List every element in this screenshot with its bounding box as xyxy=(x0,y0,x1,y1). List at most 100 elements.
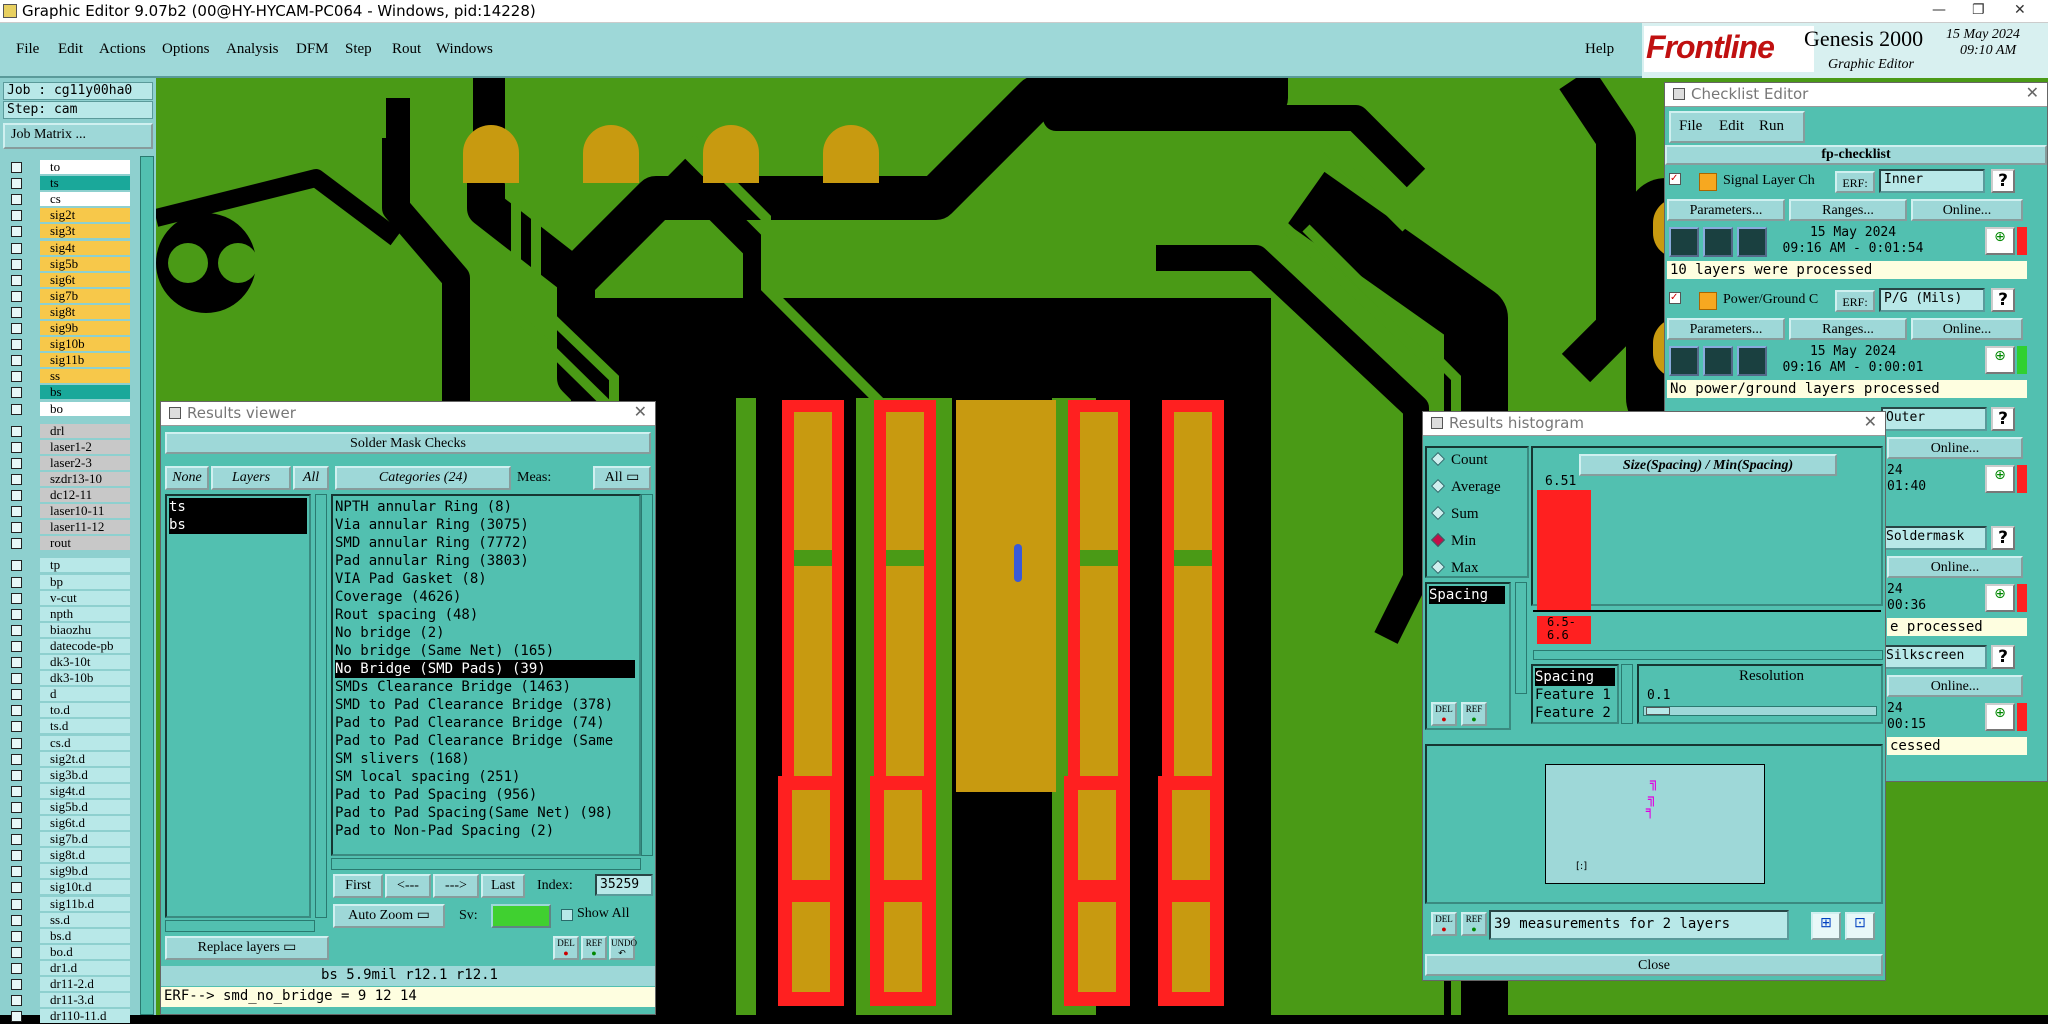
layer-checkbox[interactable] xyxy=(11,339,22,351)
run-tool-icon[interactable] xyxy=(1703,346,1733,376)
online-button[interactable]: Online... xyxy=(1887,437,2023,459)
layer-name[interactable]: sig9b xyxy=(40,321,130,335)
layer-row[interactable]: drl xyxy=(8,423,130,439)
layer-row[interactable]: sig5b xyxy=(8,256,130,272)
erf-field[interactable]: Outer xyxy=(1881,407,1987,431)
layer-checkbox[interactable] xyxy=(11,371,22,383)
layer-checkbox[interactable] xyxy=(11,441,22,453)
layer-name[interactable]: d xyxy=(40,687,130,702)
layer-name[interactable]: sig7b xyxy=(40,288,130,303)
close-button[interactable]: Close xyxy=(1425,954,1883,976)
layer-checkbox[interactable] xyxy=(11,930,22,942)
layer-name[interactable]: sig2t xyxy=(40,208,130,223)
categories-button[interactable]: Categories (24) xyxy=(335,466,511,490)
layer-checkbox[interactable] xyxy=(11,226,22,238)
layer-name[interactable]: datecode-pb xyxy=(40,638,130,653)
layer-row[interactable]: bo xyxy=(8,401,130,417)
layer-row[interactable]: sig11b xyxy=(8,353,130,368)
close-icon[interactable]: ✕ xyxy=(2026,83,2039,102)
menu-step[interactable]: Step xyxy=(345,41,372,58)
category-item[interactable]: Via annular Ring (3075) xyxy=(335,516,529,534)
layer-checkbox[interactable] xyxy=(11,274,22,286)
layer-row[interactable]: dr11-3.d xyxy=(8,993,130,1008)
category-item[interactable]: SMDs Clearance Bridge (1463) xyxy=(335,678,571,696)
layer-name[interactable]: bs.d xyxy=(40,928,130,943)
layer-checkbox[interactable] xyxy=(11,705,22,717)
layer-row[interactable]: szdr13-10 xyxy=(8,471,130,487)
category-item[interactable]: No Bridge (SMD Pads) (39) xyxy=(335,660,635,678)
hist-ref2-icon[interactable]: REF ● xyxy=(1461,912,1487,936)
layer-row[interactable]: ss.d xyxy=(8,912,130,928)
checklist-menu-edit[interactable]: Edit xyxy=(1719,118,1744,135)
checklist-titlebar[interactable]: Checklist Editor ✕ xyxy=(1665,83,2047,107)
layer-name[interactable]: sig7b.d xyxy=(40,832,130,847)
layer-row[interactable]: sig9b xyxy=(8,321,130,336)
layer-checkbox[interactable] xyxy=(11,306,22,318)
categories-scrollbar[interactable] xyxy=(641,494,653,856)
layer-name[interactable]: dc12-11 xyxy=(40,488,130,502)
erf-field[interactable]: Silkscreen xyxy=(1881,645,1987,669)
layer-checkbox[interactable] xyxy=(11,914,22,926)
layer-name[interactable]: ts xyxy=(40,176,130,191)
close-icon[interactable]: ✕ xyxy=(2014,2,2026,18)
mode-radio-min[interactable]: Min xyxy=(1430,532,1476,550)
layer-row[interactable]: ts.d xyxy=(8,719,130,734)
hist-del2-icon[interactable]: DEL ● xyxy=(1431,912,1457,936)
check-name[interactable]: Power/Ground C xyxy=(1723,292,1818,308)
layer-checkbox[interactable] xyxy=(11,490,22,501)
layer-checkbox[interactable] xyxy=(11,898,22,910)
category-item[interactable]: No bridge (Same Net) (165) xyxy=(335,642,554,660)
mode-radio-count[interactable]: Count xyxy=(1430,451,1488,469)
hist-ref-icon[interactable]: REF ● xyxy=(1461,702,1487,726)
layer-row[interactable]: cs.d xyxy=(8,735,130,751)
overview-map[interactable]: ╗ ╗ ╕ [:] xyxy=(1545,764,1765,884)
category-item[interactable]: Pad to Pad Clearance Bridge (Same xyxy=(335,732,613,750)
layer-row[interactable]: npth xyxy=(8,606,130,622)
category-item[interactable]: Pad to Pad Spacing(Same Net) (98) xyxy=(335,804,613,822)
zoom-icon[interactable]: ⊕ xyxy=(1985,465,2015,493)
layer-name[interactable]: cs.d xyxy=(40,735,130,750)
layer-row[interactable]: rout xyxy=(8,536,130,551)
run-tool-icon[interactable] xyxy=(1669,227,1699,257)
layer-name[interactable]: sig6t.d xyxy=(40,816,130,830)
layer-row[interactable]: to.d xyxy=(8,703,130,718)
menu-dfm[interactable]: DFM xyxy=(296,41,329,58)
layer-checkbox[interactable] xyxy=(11,818,22,829)
layer-name[interactable]: sig11b.d xyxy=(40,896,130,911)
layer-checkbox[interactable] xyxy=(11,258,22,270)
close-icon[interactable]: ✕ xyxy=(634,402,647,421)
categories-list[interactable]: NPTH annular Ring (8) Via annular Ring (3… xyxy=(331,494,641,856)
close-icon[interactable]: ✕ xyxy=(1864,412,1877,431)
layer-name[interactable]: sig8t.d xyxy=(40,848,130,863)
layer-name[interactable]: sig2t.d xyxy=(40,751,130,766)
layer-row[interactable]: sig3t xyxy=(8,224,130,239)
histogram-titlebar[interactable]: Results histogram ✕ xyxy=(1423,412,1885,436)
layer-checkbox[interactable] xyxy=(11,737,22,749)
res-item-feature1[interactable]: Feature 1 xyxy=(1535,686,1611,704)
all-button[interactable]: All xyxy=(293,466,329,490)
layer-row[interactable]: sig4t xyxy=(8,240,130,256)
layer-row[interactable]: cs xyxy=(8,192,130,207)
run-tool-icon[interactable] xyxy=(1703,227,1733,257)
menu-actions[interactable]: Actions xyxy=(99,41,146,58)
layer-name[interactable]: dr11-2.d xyxy=(40,977,130,991)
meas-select[interactable]: All ▭ xyxy=(593,466,651,490)
menu-help[interactable]: Help xyxy=(1585,41,1614,58)
online-button[interactable]: Online... xyxy=(1887,556,2023,578)
menu-edit[interactable]: Edit xyxy=(58,41,83,58)
layer-checkbox[interactable] xyxy=(11,946,22,958)
prev-button[interactable]: <--- xyxy=(385,874,431,898)
layer-name[interactable]: cs xyxy=(40,192,130,207)
undo-icon[interactable]: UNDO ↶ xyxy=(609,936,637,960)
layer-row[interactable]: biaozhu xyxy=(8,622,130,638)
layer-row[interactable]: sig6t.d xyxy=(8,816,130,831)
check-enabled-checkbox[interactable]: ✓ xyxy=(1669,292,1681,304)
layers-hscrollbar[interactable] xyxy=(165,920,315,932)
mode-radio-average[interactable]: Average xyxy=(1430,478,1501,496)
layer-name[interactable]: sig10t.d xyxy=(40,880,130,895)
menu-rout[interactable]: Rout xyxy=(392,41,421,58)
histogram-hscrollbar[interactable] xyxy=(1533,650,1883,660)
checklist-menu-run[interactable]: Run xyxy=(1759,118,1784,135)
layer-checkbox[interactable] xyxy=(11,457,22,469)
res-item-spacing[interactable]: Spacing xyxy=(1535,668,1615,686)
